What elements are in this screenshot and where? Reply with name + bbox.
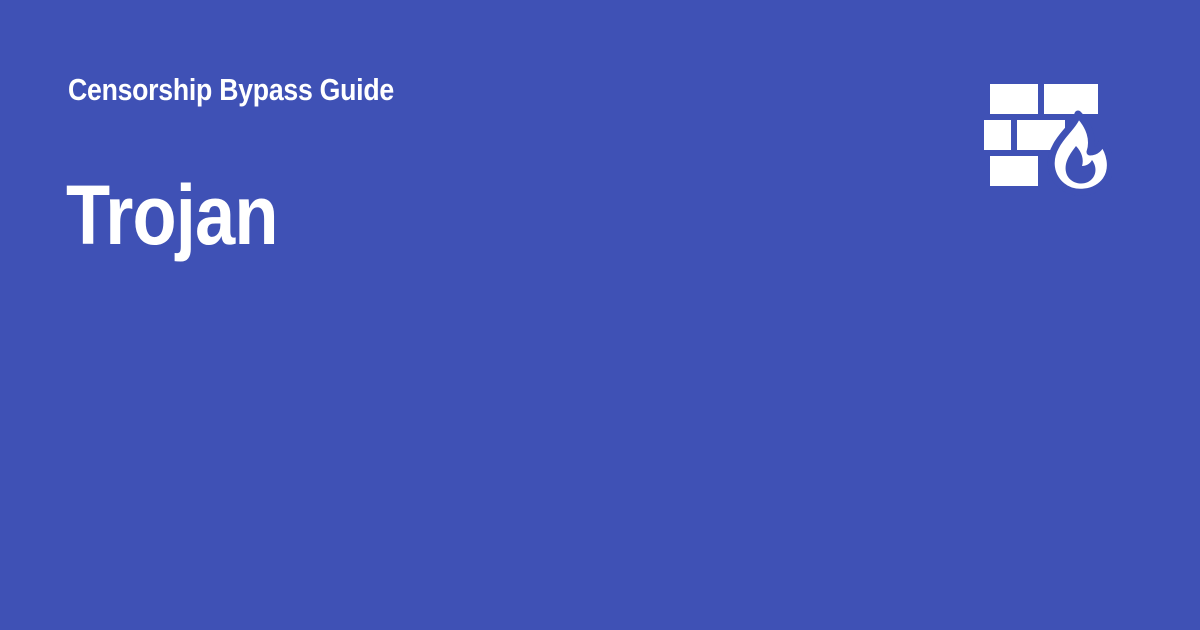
page-title: Trojan	[66, 168, 278, 262]
firewall-icon	[984, 84, 1112, 196]
site-name: Censorship Bypass Guide	[68, 72, 394, 107]
social-card: Censorship Bypass Guide Trojan	[0, 0, 1200, 630]
